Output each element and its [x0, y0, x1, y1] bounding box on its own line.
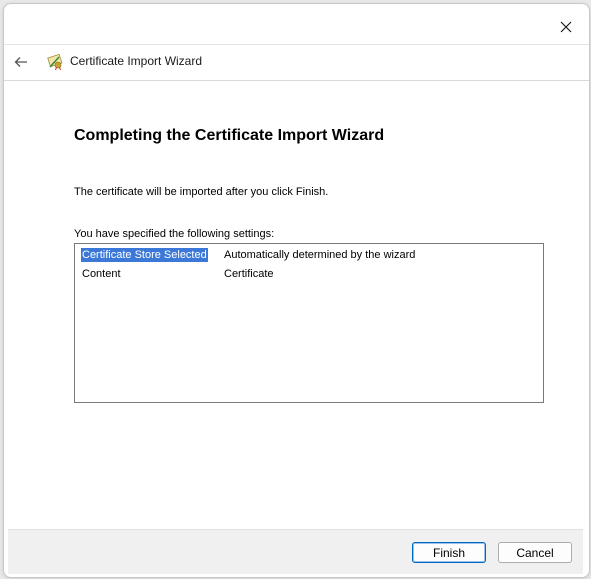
settings-value: Automatically determined by the wizard — [224, 249, 416, 261]
back-button[interactable] — [10, 51, 32, 73]
wizard-title: Certificate Import Wizard — [70, 54, 203, 68]
settings-key[interactable]: Content — [81, 267, 122, 281]
settings-key[interactable]: Certificate Store Selected — [81, 248, 208, 262]
settings-list[interactable]: Certificate Store Selected Automatically… — [74, 243, 544, 403]
wizard-header: Certificate Import Wizard — [4, 44, 589, 81]
settings-label: You have specified the following setting… — [74, 228, 275, 240]
page-heading: Completing the Certificate Import Wizard — [74, 127, 385, 144]
certificate-import-wizard-window: Certificate Import Wizard Completing the… — [3, 3, 590, 578]
settings-value: Certificate — [224, 268, 274, 280]
finish-button[interactable]: Finish — [412, 542, 486, 563]
info-text: The certificate will be imported after y… — [74, 186, 329, 198]
back-arrow-icon — [14, 57, 27, 67]
cancel-button[interactable]: Cancel — [498, 542, 572, 563]
button-bar: Finish Cancel — [8, 529, 583, 574]
certificate-icon — [47, 53, 63, 71]
close-icon — [560, 21, 572, 33]
close-button[interactable] — [551, 14, 581, 40]
